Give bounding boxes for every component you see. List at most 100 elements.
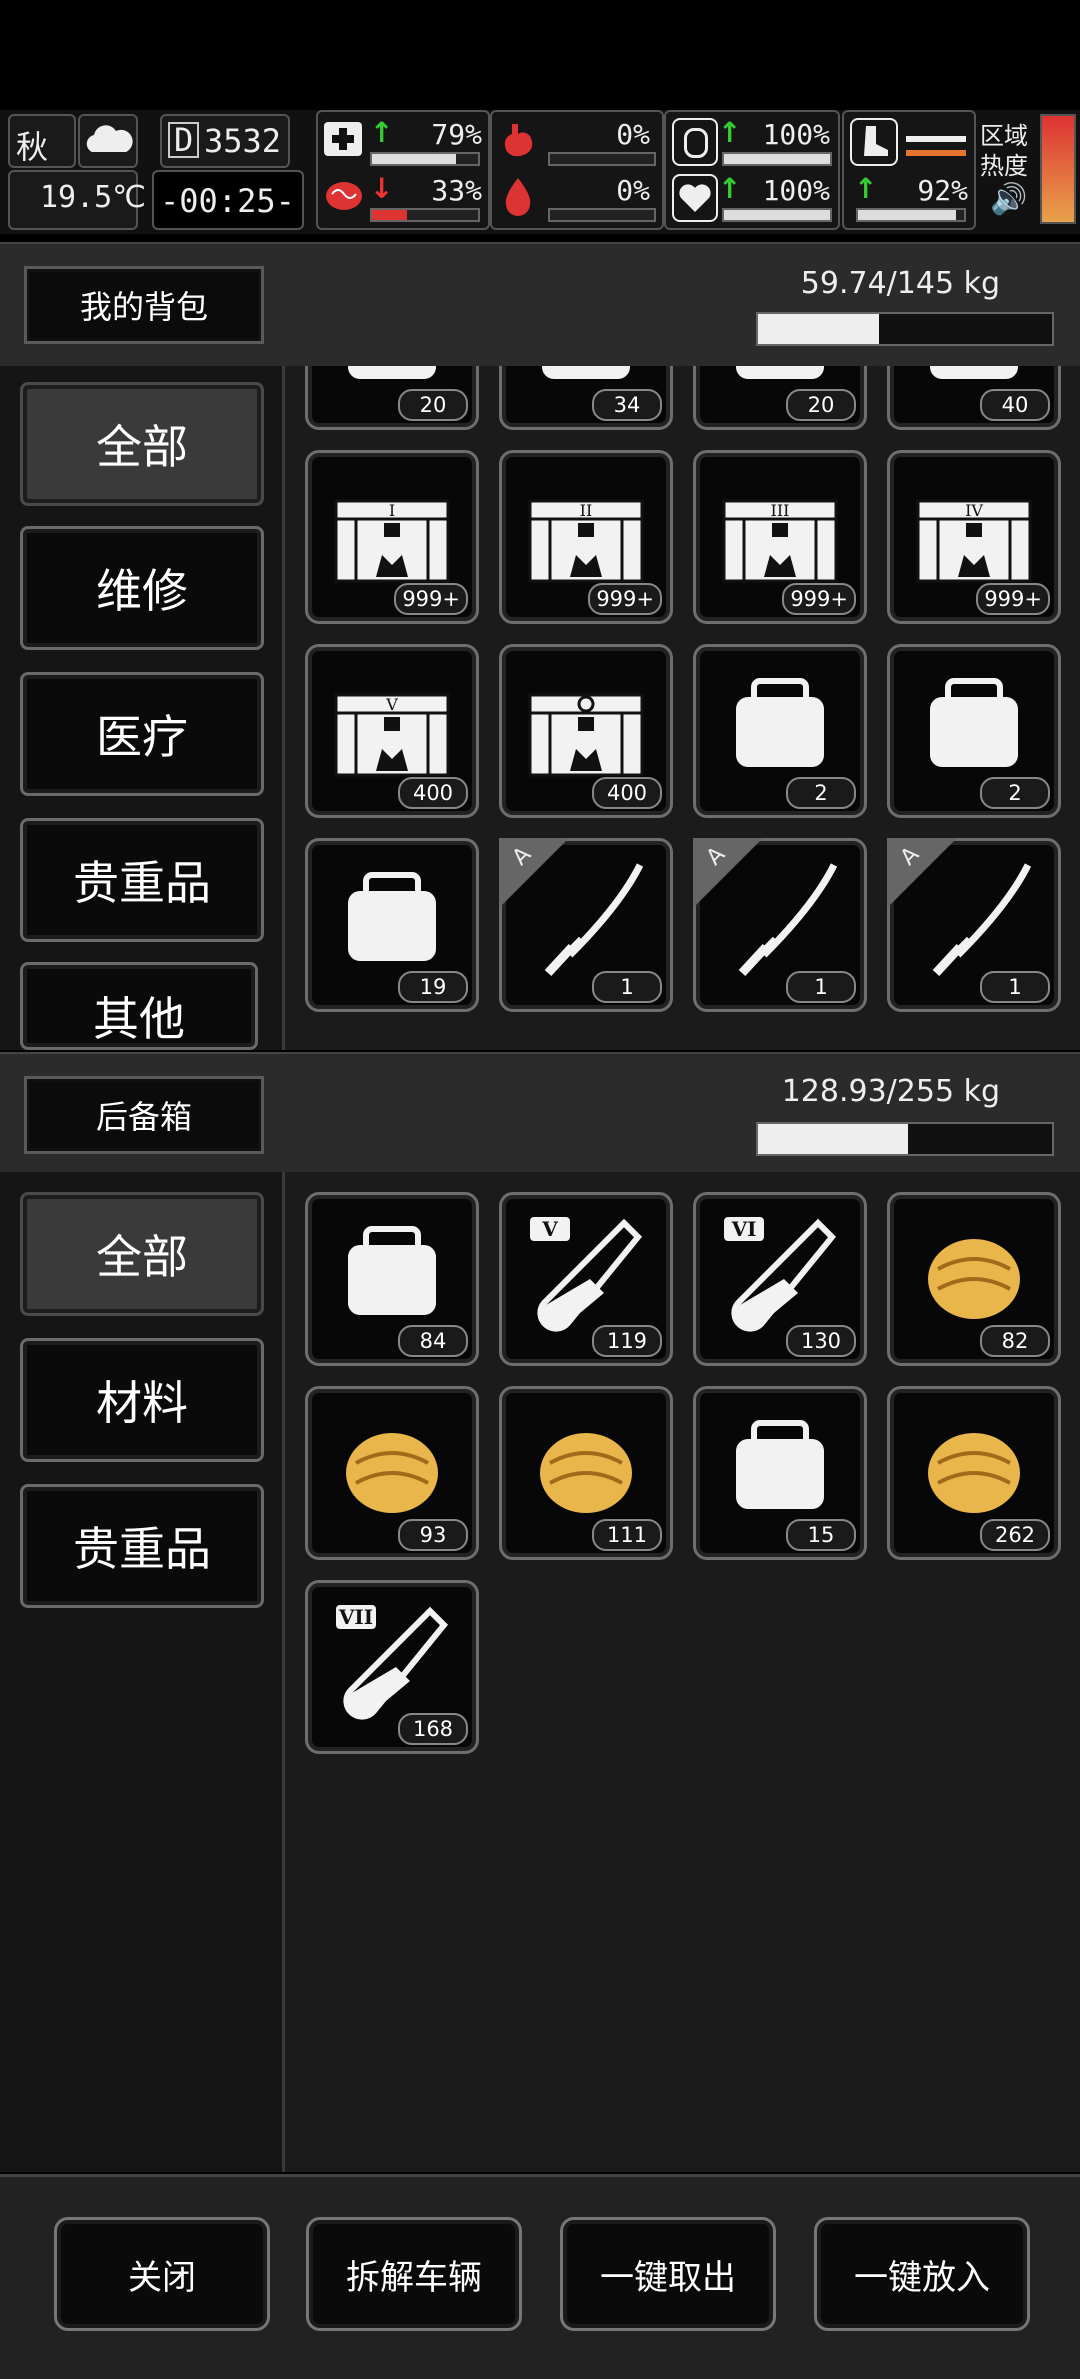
trunk-item-slot[interactable]: 84: [305, 1192, 479, 1366]
region-heat-label-2: 热度: [980, 152, 1028, 180]
trunk-item-slot[interactable]: VII 168: [305, 1580, 479, 1754]
backpack-item-slot[interactable]: 400: [499, 644, 673, 818]
trunk-title: 后备箱: [24, 1076, 264, 1154]
crate-tier-2-icon: II: [520, 467, 652, 599]
backpack-tab-all[interactable]: 全部: [20, 382, 264, 506]
backpack-tab-other[interactable]: 其他: [20, 962, 258, 1050]
trunk-tab-all[interactable]: 全部: [20, 1192, 264, 1316]
health-stat: ↑ 79% ↓ 33%: [316, 110, 490, 230]
trunk-item-slot[interactable]: 111: [499, 1386, 673, 1560]
backpack-item-slot[interactable]: I 999+: [305, 450, 479, 624]
trunk-item-slot[interactable]: 262: [887, 1386, 1061, 1560]
item-count: 2: [786, 777, 856, 809]
leg-value: 92%: [917, 174, 968, 207]
backpack-weight-bar: [756, 312, 1054, 346]
leg-line-top: [906, 136, 966, 142]
item-count: 82: [980, 1325, 1050, 1357]
item-count: 168: [398, 1713, 468, 1745]
close-button[interactable]: 关闭: [54, 2217, 270, 2331]
item-count: 15: [786, 1519, 856, 1551]
item-count: 999+: [976, 583, 1050, 615]
item-count: 19: [398, 971, 468, 1003]
test-tube-vi-icon: VI: [714, 1209, 846, 1341]
trunk-header: 后备箱 128.93/255 kg: [0, 1052, 1080, 1176]
backpack-header: 我的背包 59.74/145 kg: [0, 242, 1080, 370]
backpack-title: 我的背包: [24, 266, 264, 344]
trunk-tab-valuables[interactable]: 贵重品: [20, 1484, 264, 1608]
backpack-item-slot[interactable]: 2: [887, 644, 1061, 818]
backpack-item-slot[interactable]: II 999+: [499, 450, 673, 624]
bandage-roll-icon: [714, 661, 846, 793]
backpack-item-slot[interactable]: 40: [887, 366, 1061, 430]
item-count: 2: [980, 777, 1050, 809]
backpack-item-slot[interactable]: 19: [305, 838, 479, 1012]
svg-text:VII: VII: [338, 1605, 373, 1629]
item-count: 1: [786, 971, 856, 1003]
trunk-tab-materials[interactable]: 材料: [20, 1338, 264, 1462]
sanity-bar: [370, 208, 480, 222]
item-count: 20: [398, 389, 468, 421]
trunk-weight: 128.93/255 kg: [781, 1074, 1000, 1109]
day-icon: D: [168, 122, 200, 158]
medkit-icon: [324, 122, 362, 156]
hunger-value: 0%: [616, 118, 650, 151]
backpack-item-slot[interactable]: III 999+: [693, 450, 867, 624]
day-counter: D 3532: [160, 114, 290, 168]
gold-fabric-icon: [326, 1403, 458, 1535]
season-label: 秋: [16, 128, 49, 166]
item-count: 1: [592, 971, 662, 1003]
item-count: 84: [398, 1325, 468, 1357]
backpack-item-slot[interactable]: 20: [693, 366, 867, 430]
crate-special-icon: [520, 661, 652, 793]
test-tube-v-icon: V: [520, 1209, 652, 1341]
backpack-item-slot[interactable]: 2: [693, 644, 867, 818]
rope-hook-icon: [326, 855, 458, 987]
backpack-item-slot[interactable]: A1: [499, 838, 673, 1012]
put-all-button[interactable]: 一键放入: [814, 2217, 1030, 2331]
backpack-item-slot[interactable]: V 400: [305, 644, 479, 818]
svg-text:V: V: [385, 695, 398, 714]
stomach-icon: [498, 120, 538, 160]
brain-icon: [322, 176, 366, 216]
item-count: 400: [398, 777, 468, 809]
stamina-bar: [722, 152, 832, 166]
grade-badge: A: [693, 838, 763, 908]
backpack-item-slot[interactable]: 20: [305, 366, 479, 430]
stamina-value: 100%: [762, 118, 830, 151]
region-heat: 区域 热度 🔊: [980, 116, 1040, 220]
backpack-item-slot[interactable]: A1: [693, 838, 867, 1012]
backpack-tab-medical[interactable]: 医疗: [20, 672, 264, 796]
backpack-item-slot[interactable]: A1: [887, 838, 1061, 1012]
speaker-icon[interactable]: 🔊: [990, 182, 1027, 217]
crate-tier-5-icon: V: [326, 661, 458, 793]
gold-spool-icon: [520, 1403, 652, 1535]
item-count: 130: [786, 1325, 856, 1357]
backpack-item-slot[interactable]: IV 999+: [887, 450, 1061, 624]
trunk-weight-bar: [756, 1122, 1054, 1156]
trunk-item-slot[interactable]: VI 130: [693, 1192, 867, 1366]
trunk-item-slot[interactable]: 93: [305, 1386, 479, 1560]
stick-icon: [908, 661, 1040, 793]
svg-text:III: III: [771, 501, 790, 520]
trunk-item-slot[interactable]: 82: [887, 1192, 1061, 1366]
backpack-tab-repair[interactable]: 维修: [20, 526, 264, 650]
trunk-item-slot[interactable]: V 119: [499, 1192, 673, 1366]
take-all-button[interactable]: 一键取出: [560, 2217, 776, 2331]
svg-text:II: II: [580, 501, 593, 520]
leg-line-bottom: [906, 150, 966, 156]
temperature-value: 19.5℃: [40, 180, 146, 215]
sanity-value: 33%: [431, 174, 482, 207]
dismantle-vehicle-button[interactable]: 拆解车辆: [306, 2217, 522, 2331]
pill-icon: [672, 118, 718, 166]
backpack-tab-valuables[interactable]: 贵重品: [20, 818, 264, 942]
item-count: 999+: [588, 583, 662, 615]
clock-time: -00:25-: [160, 182, 295, 220]
item-count: 262: [980, 1519, 1050, 1551]
trunk-item-slot[interactable]: 15: [693, 1386, 867, 1560]
temperature-box: 19.5℃: [8, 170, 146, 230]
item-count: 34: [592, 389, 662, 421]
backpack-item-slot[interactable]: 34: [499, 366, 673, 430]
item-count: 999+: [782, 583, 856, 615]
region-heat-meter: [1040, 114, 1076, 224]
thirst-value: 0%: [616, 174, 650, 207]
